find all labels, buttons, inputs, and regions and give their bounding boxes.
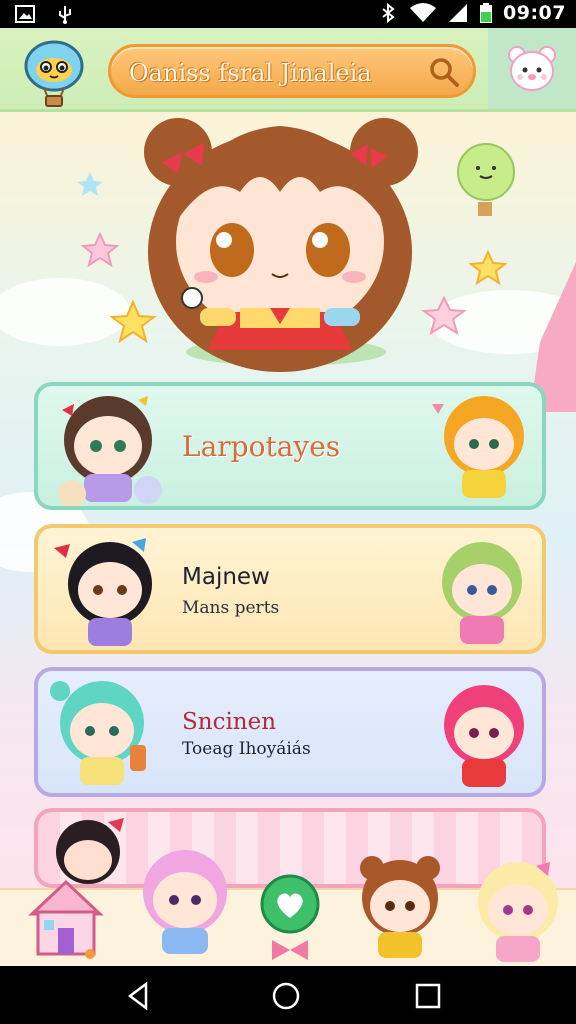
search-icon[interactable]: [427, 55, 461, 89]
card-left-character: [54, 538, 152, 646]
status-time: 09:07: [503, 2, 566, 24]
main-chibi-character: [144, 118, 418, 372]
card-right-character: [442, 542, 522, 644]
card-right-character: [444, 685, 524, 787]
back-icon[interactable]: [124, 980, 156, 1012]
house-icon[interactable]: [24, 874, 108, 962]
category-card[interactable]: Majnew Mans perts: [34, 524, 546, 654]
hot-air-balloon-logo[interactable]: [22, 38, 86, 108]
balloon-decoration: [457, 143, 515, 216]
brown-chibi[interactable]: [350, 854, 450, 966]
system-navbar: [0, 966, 576, 1024]
wifi-icon: [410, 3, 437, 22]
card-subtitle: Mans perts: [182, 598, 280, 618]
bottom-dock: [0, 850, 576, 966]
recents-icon[interactable]: [412, 980, 444, 1012]
category-card[interactable]: Larpotayes: [34, 382, 546, 510]
status-bar: 09:07: [0, 0, 576, 28]
heart-badge-icon[interactable]: [258, 874, 322, 966]
battery-icon: [480, 3, 493, 23]
card-left-character: [50, 681, 146, 785]
search-bar[interactable]: Oaniss fsral Jinaleia: [108, 44, 476, 98]
card-left-character: [58, 396, 162, 506]
gallery-icon: [15, 5, 35, 23]
card-title: Majnew: [182, 564, 270, 590]
home-icon[interactable]: [270, 980, 302, 1012]
card-title: Larpotayes: [182, 430, 341, 463]
category-card[interactable]: Sncinen Toeag Ihoyáiás: [34, 667, 546, 797]
card-right-character: [432, 396, 524, 498]
profile-button[interactable]: [488, 28, 576, 109]
signal-icon: [449, 4, 468, 22]
bluetooth-icon: [382, 2, 395, 24]
app-header: Oaniss fsral Jinaleia: [0, 28, 576, 112]
blonde-chibi[interactable]: [466, 856, 570, 968]
card-title: Sncinen: [182, 709, 277, 735]
usb-icon: [59, 6, 71, 24]
pink-chibi[interactable]: [130, 844, 240, 964]
card-subtitle: Toeag Ihoyáiás: [182, 739, 311, 759]
bear-face-icon[interactable]: [506, 42, 558, 94]
search-input[interactable]: Oaniss fsral Jinaleia: [129, 59, 372, 87]
